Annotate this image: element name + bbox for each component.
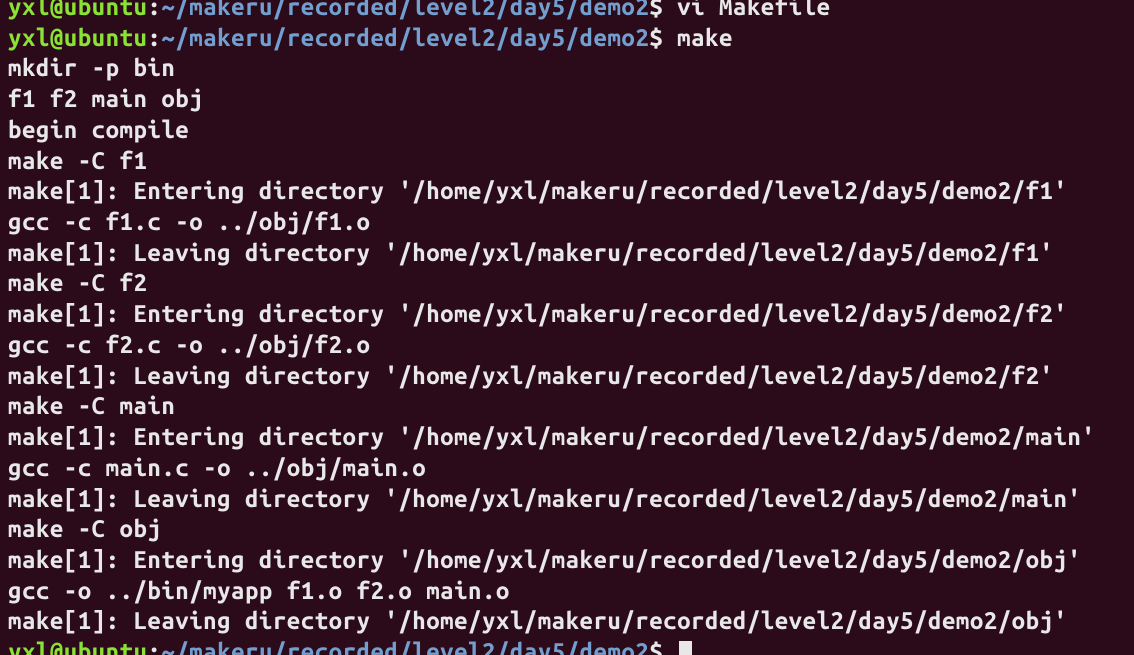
prompt-dollar: $ [649,638,677,655]
prompt-line: yxl@ubuntu:~/makeru/recorded/level2/day5… [8,23,1126,54]
prompt-line: yxl@ubuntu:~/makeru/recorded/level2/day5… [8,637,1126,655]
output-line: make -C f1 [8,146,1126,177]
output-line: make[1]: Leaving directory '/home/yxl/ma… [8,238,1126,269]
output-line: make[1]: Leaving directory '/home/yxl/ma… [8,606,1126,637]
output-line: f1 f2 main obj [8,84,1126,115]
output-line: make[1]: Entering directory '/home/yxl/m… [8,299,1126,330]
cursor [679,641,692,655]
output-line: make -C f2 [8,268,1126,299]
prompt-dollar: $ [649,0,677,20]
output-line: make[1]: Entering directory '/home/yxl/m… [8,422,1126,453]
prompt-path: ~/makeru/recorded/level2/day5/demo2 [161,24,649,51]
prompt-path: ~/makeru/recorded/level2/day5/demo2 [161,0,649,20]
prompt-at: @ [50,24,64,51]
output-line: gcc -o ../bin/myapp f1.o f2.o main.o [8,576,1126,607]
prompt-colon: : [147,24,161,51]
prompt-host: ubuntu [64,638,148,655]
prompt-host: ubuntu [64,0,148,20]
output-line: begin compile [8,115,1126,146]
prompt-path: ~/makeru/recorded/level2/day5/demo2 [161,638,649,655]
prompt-at: @ [50,638,64,655]
output-line: gcc -c f1.c -o ../obj/f1.o [8,207,1126,238]
prompt-colon: : [147,638,161,655]
command-text: vi Makefile [677,0,830,20]
prompt-user: yxl [8,24,50,51]
output-line: mkdir -p bin [8,53,1126,84]
output-line: make[1]: Leaving directory '/home/yxl/ma… [8,484,1126,515]
command-text: make [677,24,733,51]
output-line: gcc -c main.c -o ../obj/main.o [8,453,1126,484]
prompt-dollar: $ [649,24,677,51]
prompt-colon: : [147,0,161,20]
output-line: make[1]: Entering directory '/home/yxl/m… [8,176,1126,207]
prompt-line: yxl@ubuntu:~/makeru/recorded/level2/day5… [8,0,1126,23]
terminal-window[interactable]: yxl@ubuntu:~/makeru/recorded/level2/day5… [8,0,1126,655]
output-line: make -C main [8,391,1126,422]
output-line: make[1]: Leaving directory '/home/yxl/ma… [8,361,1126,392]
output-line: make[1]: Entering directory '/home/yxl/m… [8,545,1126,576]
prompt-host: ubuntu [64,24,148,51]
prompt-user: yxl [8,638,50,655]
prompt-user: yxl [8,0,50,20]
output-line: gcc -c f2.c -o ../obj/f2.o [8,330,1126,361]
output-line: make -C obj [8,514,1126,545]
prompt-at: @ [50,0,64,20]
